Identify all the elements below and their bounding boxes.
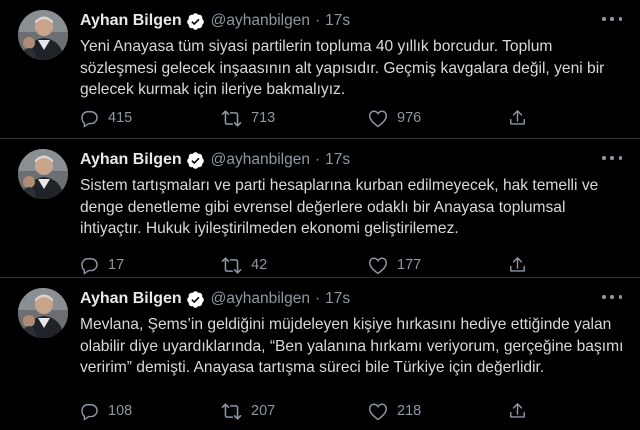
author-handle[interactable]: @ayhanbilgen	[211, 151, 310, 169]
separator-dot: ·	[314, 290, 321, 307]
heart-icon	[368, 256, 388, 274]
tweet-text: Yeni Anayasa tüm siyasi partilerin toplu…	[80, 38, 605, 98]
share-button[interactable]	[508, 106, 527, 130]
avatar[interactable]	[18, 288, 68, 338]
avatar[interactable]	[18, 10, 68, 60]
share-button[interactable]	[508, 253, 527, 277]
reply-count: 415	[108, 110, 133, 126]
reply-button[interactable]: 108	[80, 399, 132, 423]
heart-icon	[368, 402, 388, 420]
like-button[interactable]: 177	[368, 253, 421, 277]
retweet-button[interactable]: 207	[221, 399, 275, 423]
tweet-timestamp[interactable]: 17s	[325, 151, 350, 169]
retweet-button[interactable]: 42	[221, 253, 267, 277]
author-name[interactable]: Ayhan Bilgen	[80, 290, 182, 308]
like-count: 218	[397, 403, 422, 419]
tweet-feed: Ayhan Bilgen @ayhanbilgen · 17s Yeni Ana…	[0, 0, 640, 430]
separator-dot: ·	[314, 12, 321, 29]
retweet-button[interactable]: 713	[221, 106, 275, 130]
share-icon	[510, 403, 525, 418]
more-options-icon[interactable]	[602, 290, 622, 304]
tweet-timestamp[interactable]: 17s	[325, 290, 350, 308]
reply-button[interactable]: 17	[80, 253, 124, 277]
author-name[interactable]: Ayhan Bilgen	[80, 12, 182, 30]
author-handle[interactable]: @ayhanbilgen	[211, 290, 310, 308]
like-button[interactable]: 976	[368, 106, 421, 130]
reply-count: 17	[108, 257, 125, 273]
more-options-icon[interactable]	[602, 151, 622, 165]
retweet-count: 207	[251, 403, 276, 419]
reply-count: 108	[108, 403, 133, 419]
tweet-text: Mevlana, Şems’in geldiğini müjdeleyen ki…	[80, 316, 624, 376]
tweet[interactable]: Ayhan Bilgen @ayhanbilgen · 17s Sistem t…	[0, 139, 640, 278]
avatar[interactable]	[18, 149, 68, 199]
tweet-actions: 415 713 976	[80, 106, 540, 130]
separator-dot: ·	[314, 151, 321, 168]
verified-badge-icon	[186, 290, 205, 309]
tweet-actions: 108 207 218	[80, 399, 540, 423]
share-icon	[510, 257, 525, 272]
author-handle[interactable]: @ayhanbilgen	[211, 12, 310, 30]
retweet-count: 42	[251, 257, 268, 273]
retweet-icon	[221, 256, 242, 274]
tweet-actions: 17 42 177	[80, 253, 540, 277]
share-icon	[510, 110, 525, 125]
retweet-icon	[221, 402, 242, 420]
reply-button[interactable]: 415	[80, 106, 132, 130]
share-button[interactable]	[508, 399, 527, 423]
like-count: 976	[397, 110, 422, 126]
heart-icon	[368, 109, 388, 127]
verified-badge-icon	[186, 12, 205, 31]
retweet-icon	[221, 109, 242, 127]
more-options-icon[interactable]	[602, 12, 622, 26]
author-name[interactable]: Ayhan Bilgen	[80, 151, 182, 169]
retweet-count: 713	[251, 110, 276, 126]
tweet-timestamp[interactable]: 17s	[325, 12, 350, 30]
tweet-header: Ayhan Bilgen @ayhanbilgen · 17s	[80, 149, 350, 171]
verified-badge-icon	[186, 151, 205, 170]
tweet[interactable]: Ayhan Bilgen @ayhanbilgen · 17s Mevlana,…	[0, 278, 640, 430]
tweet-header: Ayhan Bilgen @ayhanbilgen · 17s	[80, 10, 350, 32]
reply-icon	[81, 257, 98, 275]
reply-icon	[81, 403, 98, 421]
tweet-header: Ayhan Bilgen @ayhanbilgen · 17s	[80, 288, 350, 310]
like-button[interactable]: 218	[368, 399, 421, 423]
like-count: 177	[397, 257, 422, 273]
tweet-text: Sistem tartışmaları ve parti hesaplarına…	[80, 177, 599, 237]
reply-icon	[81, 110, 98, 128]
tweet[interactable]: Ayhan Bilgen @ayhanbilgen · 17s Yeni Ana…	[0, 0, 640, 139]
